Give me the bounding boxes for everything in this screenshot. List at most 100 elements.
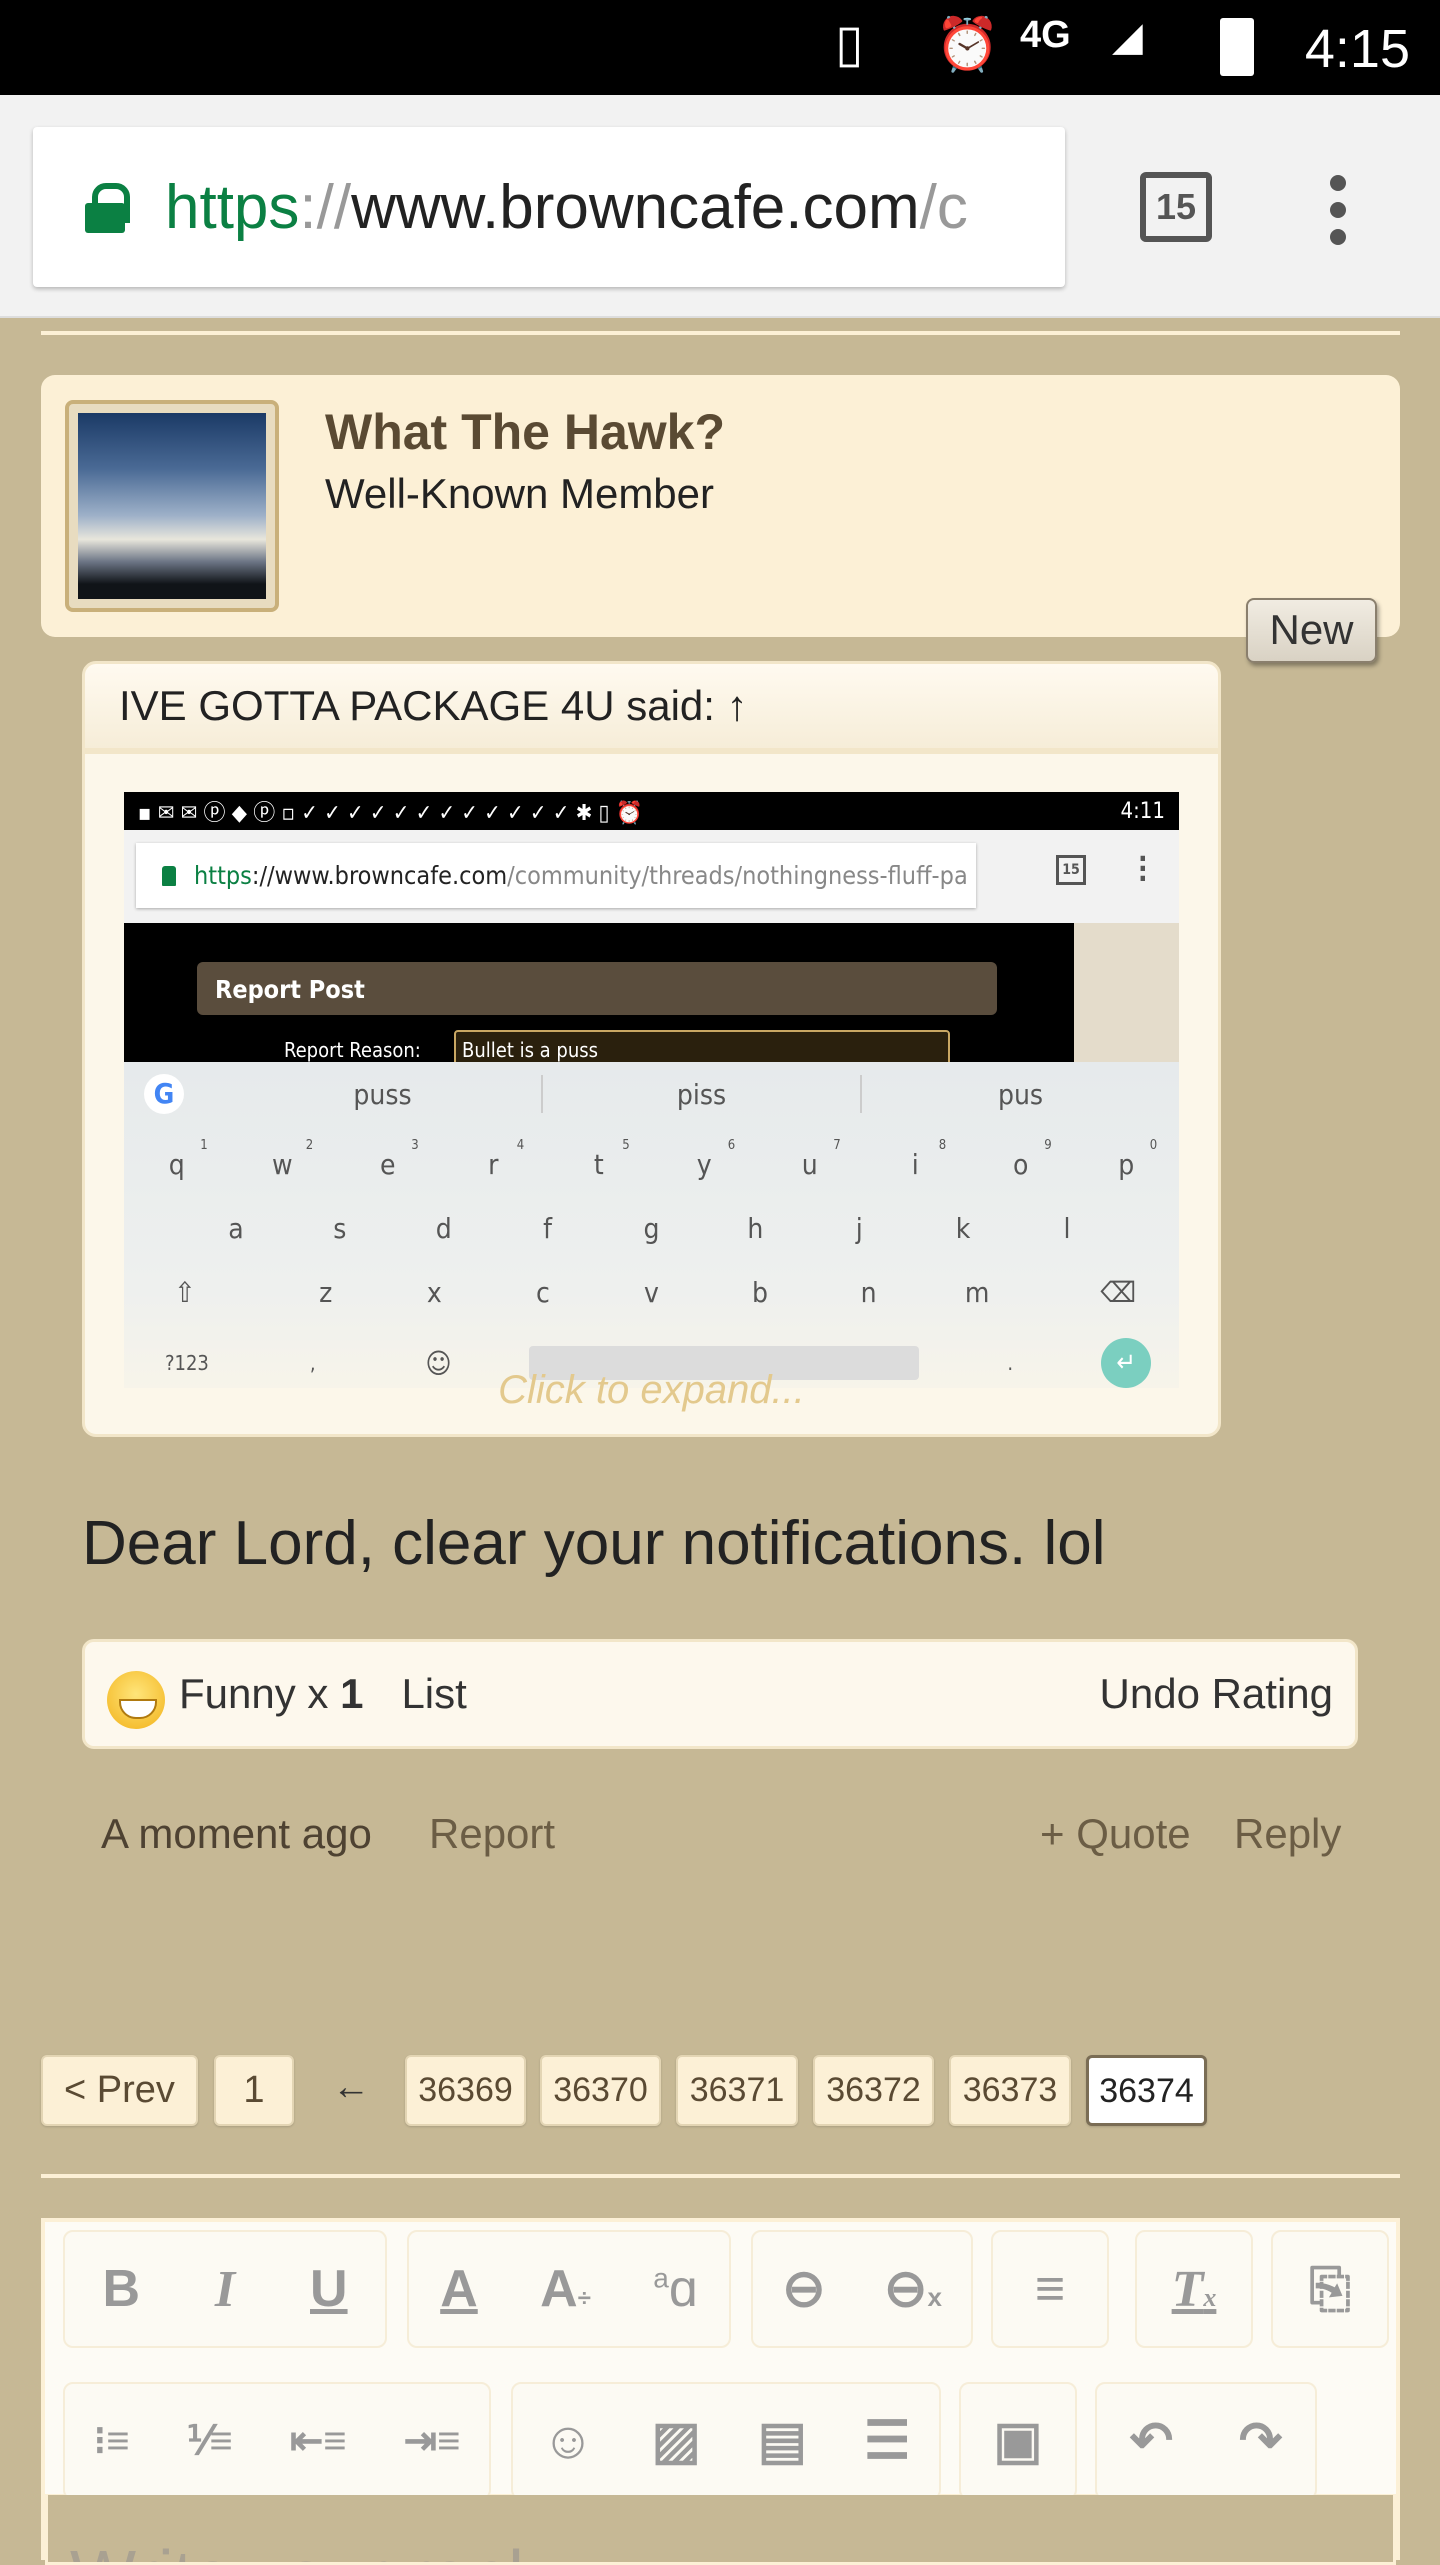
insert-code-icon[interactable]: ⎘ <box>1309 2259 1351 2320</box>
more-menu-icon: · · · <box>1138 842 1148 895</box>
screenshot-keyboard: puss piss pus G q1 w2 e3 r4 t5 y6 u7 i8 o9 p0 a s d… <box>124 1062 1179 1388</box>
smilie-icon[interactable]: ☺ <box>542 2411 595 2471</box>
screenshot-dialog-title: Report Post <box>197 962 997 1015</box>
reply-link[interactable]: Reply <box>1234 1810 1341 1858</box>
bold-icon[interactable]: B <box>102 2259 140 2319</box>
indent-icon[interactable]: ⇥≡ <box>404 2418 461 2464</box>
font-family-icon[interactable]: aɑ <box>653 2259 698 2319</box>
page-button[interactable]: 36369 <box>405 2055 526 2126</box>
key-number: 9 <box>1044 1138 1052 1153</box>
key: k <box>955 1212 971 1245</box>
rating-label: Funny x <box>179 1670 341 1717</box>
unlink-icon[interactable]: ⊖x <box>884 2259 942 2319</box>
key-number: 2 <box>305 1138 314 1153</box>
screenshot-tab-count: 15 <box>1056 855 1086 885</box>
page-button[interactable]: 36371 <box>676 2055 798 2126</box>
key-number: 7 <box>833 1138 841 1153</box>
page-button[interactable]: 36370 <box>540 2055 661 2126</box>
backspace-key-icon: ⌫ <box>1100 1276 1136 1309</box>
url-separator: :// <box>299 172 352 242</box>
key: e3 <box>379 1138 419 1181</box>
key-number: 0 <box>1149 1138 1158 1153</box>
underline-icon[interactable]: U <box>310 2259 348 2319</box>
screenshot-url-domain: ://www.browncafe.com <box>251 861 508 890</box>
screenshot-page-edge <box>1074 923 1179 1063</box>
url-path: /c <box>919 172 968 242</box>
screenshot-reason-label: Report Reason: <box>284 1038 421 1062</box>
image-icon[interactable]: ▨ <box>652 2411 701 2471</box>
key: p0 <box>1118 1138 1158 1181</box>
reply-placeholder: Write your reply... <box>70 2535 612 2562</box>
key: m <box>964 1276 990 1309</box>
url-bar[interactable]: https://www.browncafe.com/c <box>33 127 1065 287</box>
divider <box>41 2174 1400 2178</box>
post-timestamp[interactable]: A moment ago <box>101 1810 372 1858</box>
key: l <box>1063 1212 1071 1245</box>
avatar[interactable] <box>65 400 279 612</box>
font-size-icon[interactable]: A÷ <box>540 2259 591 2319</box>
key: u7 <box>801 1138 841 1181</box>
remove-format-icon[interactable]: Tx <box>1172 2260 1217 2319</box>
screenshot-clock: 4:11 <box>1120 798 1165 824</box>
battery-icon <box>1220 18 1254 76</box>
suggestion-strip: puss piss pus <box>124 1062 1179 1126</box>
font-color-icon[interactable]: A <box>440 2259 478 2319</box>
key: s <box>333 1212 347 1245</box>
key: a <box>228 1212 244 1245</box>
rating-list-link[interactable]: List <box>401 1670 466 1718</box>
key: y6 <box>696 1138 736 1181</box>
key: t5 <box>593 1138 630 1181</box>
undo-rating-link[interactable]: Undo Rating <box>1100 1670 1333 1718</box>
align-icon[interactable]: ≡ <box>1035 2259 1065 2319</box>
screenshot-url-bar: https://www.browncafe.com/community/thre… <box>136 843 976 908</box>
page-1-button[interactable]: 1 <box>214 2055 294 2126</box>
browser-toolbar: https://www.browncafe.com/c 15 <box>0 95 1440 318</box>
editor-toolbar: B I U A A÷ aɑ ⊖ ⊖x ≡ Tx ⎘ ⁝≡ ⅟≡ ⇤≡ ⇥≡ ☺ ▨ ▤ ☰ ▣ ↶ ↷ <box>45 2222 1396 2500</box>
undo-icon[interactable]: ↶ <box>1130 2411 1174 2471</box>
key: n <box>860 1276 877 1309</box>
lock-icon <box>162 865 176 886</box>
save-draft-icon[interactable]: ▣ <box>993 2411 1042 2471</box>
page-jump-arrow[interactable]: ← <box>332 2066 370 2109</box>
quote-header[interactable]: IVE GOTTA PACKAGE 4U said: ↑ <box>82 661 1221 751</box>
key: c <box>535 1276 550 1309</box>
key: x <box>426 1276 442 1309</box>
notification-icons: ▪ ✉ ✉ ⓟ ◆ ⓟ ▫ ✓ ✓ ✓ ✓ ✓ ✓ ✓ ✓ ✓ ✓ ✓ ✓ ✱ … <box>138 801 644 826</box>
author-name[interactable]: What The Hawk? <box>325 403 725 461</box>
current-page-button[interactable]: 36374 <box>1086 2055 1207 2126</box>
more-menu-icon[interactable] <box>1330 175 1350 256</box>
key: j <box>855 1212 863 1245</box>
key: z <box>319 1276 333 1309</box>
status-bar: ▯ ⏰ 4G ◢ 4:15 <box>0 0 1440 95</box>
click-to-expand-link[interactable]: Click to expand... <box>82 1368 1221 1413</box>
outdent-icon[interactable]: ⇤≡ <box>290 2418 347 2464</box>
key: o9 <box>1013 1138 1052 1181</box>
suggestion: puss <box>353 1077 412 1111</box>
link-icon[interactable]: ⊖ <box>782 2259 826 2319</box>
divider <box>41 331 1400 335</box>
report-link[interactable]: Report <box>429 1810 555 1858</box>
page-button[interactable]: 36372 <box>813 2055 934 2126</box>
clock: 4:15 <box>1304 19 1410 79</box>
suggestion: pus <box>997 1077 1044 1111</box>
italic-icon[interactable]: I <box>215 2260 235 2319</box>
numbered-list-icon[interactable]: ⅟≡ <box>187 2418 233 2464</box>
key: w2 <box>271 1138 314 1181</box>
key: f <box>543 1212 552 1245</box>
prev-page-button[interactable]: < Prev <box>41 2055 198 2126</box>
media-icon[interactable]: ▤ <box>758 2411 807 2471</box>
reply-textarea[interactable]: Write your reply... <box>45 2495 1396 2565</box>
lock-icon <box>85 183 130 233</box>
tab-switcher-button[interactable]: 15 <box>1140 172 1212 242</box>
google-icon: G <box>144 1074 184 1114</box>
redo-icon[interactable]: ↷ <box>1239 2411 1283 2471</box>
screenshot-status-bar: ▪ ✉ ✉ ⓟ ◆ ⓟ ▫ ✓ ✓ ✓ ✓ ✓ ✓ ✓ ✓ ✓ ✓ ✓ ✓ ✱ … <box>124 792 1179 830</box>
rating-bar: Funny x 1 List Undo Rating <box>82 1639 1358 1749</box>
funny-emoji-icon <box>107 1671 165 1729</box>
quote-insert-icon[interactable]: ☰ <box>864 2411 911 2471</box>
page-button[interactable]: 36373 <box>949 2055 1071 2126</box>
bullet-list-icon[interactable]: ⁝≡ <box>94 2418 130 2464</box>
rating-count: 1 <box>340 1670 364 1717</box>
key: h <box>747 1212 764 1245</box>
quote-link[interactable]: + Quote <box>1040 1810 1191 1858</box>
